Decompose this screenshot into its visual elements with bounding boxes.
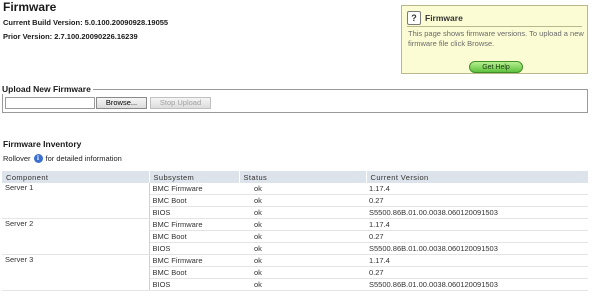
rollover-label: Rollover	[3, 154, 31, 163]
component-cell: Server 1	[2, 183, 150, 219]
prior-version: Prior Version: 2.7.100.20090226.16239	[3, 32, 138, 41]
subsystem-cell: BMC Boot	[149, 194, 239, 207]
component-cell: Server 2	[2, 218, 150, 255]
table-row: Server 3 BMC Firmware ok 1.17.4	[2, 254, 588, 291]
column-header: Subsystem	[149, 171, 240, 183]
column-header: Current Version	[366, 171, 589, 183]
version-cell[interactable]: S5500.86B.01.00.0038.060120091503	[366, 242, 588, 255]
help-title: Firmware	[425, 13, 463, 23]
subsystem-cell: BMC Firmware	[149, 254, 239, 267]
subsystem-cell: BMC Firmware	[149, 183, 239, 195]
column-header: Component	[2, 171, 150, 183]
table-row: Server 1 BMC Firmware ok 1.17.4	[2, 183, 588, 219]
help-header: ? Firmware	[407, 11, 463, 25]
subsystem-cell: BIOS	[149, 278, 239, 291]
status-cell: ok	[239, 206, 366, 219]
version-cell[interactable]: 0.27	[366, 266, 588, 279]
version-cell[interactable]: S5500.86B.01.00.0038.060120091503	[366, 206, 588, 219]
status-cell: ok	[239, 242, 366, 255]
status-cell: ok	[239, 278, 366, 291]
subsystem-cell: BIOS	[149, 206, 239, 219]
subsystem-cell: BIOS	[149, 242, 239, 255]
status-cell: ok	[239, 218, 366, 231]
status-cell: ok	[239, 254, 366, 267]
table-row: Server 2 BMC Firmware ok 1.17.4	[2, 218, 588, 255]
help-panel: ? Firmware This page shows firmware vers…	[401, 5, 588, 74]
get-help-button[interactable]: Get Help	[469, 61, 523, 73]
version-cell[interactable]: S5500.86B.01.00.0038.060120091503	[366, 278, 588, 291]
rollover-hint: Rollover i for detailed information	[3, 154, 122, 163]
current-build-version: Current Build Version: 5.0.100.20090928.…	[3, 18, 169, 27]
help-divider	[407, 26, 582, 27]
upload-legend: Upload New Firmware	[2, 84, 93, 94]
version-cell[interactable]: 1.17.4	[366, 218, 588, 231]
file-path-input[interactable]	[5, 97, 95, 109]
component-cell: Server 3	[2, 254, 150, 291]
question-mark-icon: ?	[407, 11, 421, 25]
version-cell[interactable]: 1.17.4	[366, 254, 588, 267]
status-cell: ok	[239, 194, 366, 207]
inventory-title: Firmware Inventory	[3, 139, 82, 149]
browse-button[interactable]: Browse...	[96, 97, 147, 109]
firmware-inventory-table: Component Subsystem Status Current Versi…	[2, 171, 589, 291]
subsystem-cell: BMC Boot	[149, 230, 239, 243]
table-header-row: Component Subsystem Status Current Versi…	[2, 171, 589, 183]
subsystem-cell: BMC Boot	[149, 266, 239, 279]
version-cell[interactable]: 0.27	[366, 230, 588, 243]
status-cell: ok	[239, 266, 366, 279]
info-icon[interactable]: i	[33, 154, 43, 163]
column-header: Status	[239, 171, 367, 183]
version-cell[interactable]: 1.17.4	[366, 183, 588, 195]
rollover-detail: for detailed information	[45, 154, 122, 163]
page-title: Firmware	[3, 0, 57, 14]
status-cell: ok	[239, 230, 366, 243]
status-cell: ok	[239, 183, 366, 195]
stop-upload-button: Stop Upload	[150, 97, 211, 109]
version-cell[interactable]: 0.27	[366, 194, 588, 207]
help-text: This page shows firmware versions. To up…	[408, 29, 584, 48]
subsystem-cell: BMC Firmware	[149, 218, 239, 231]
